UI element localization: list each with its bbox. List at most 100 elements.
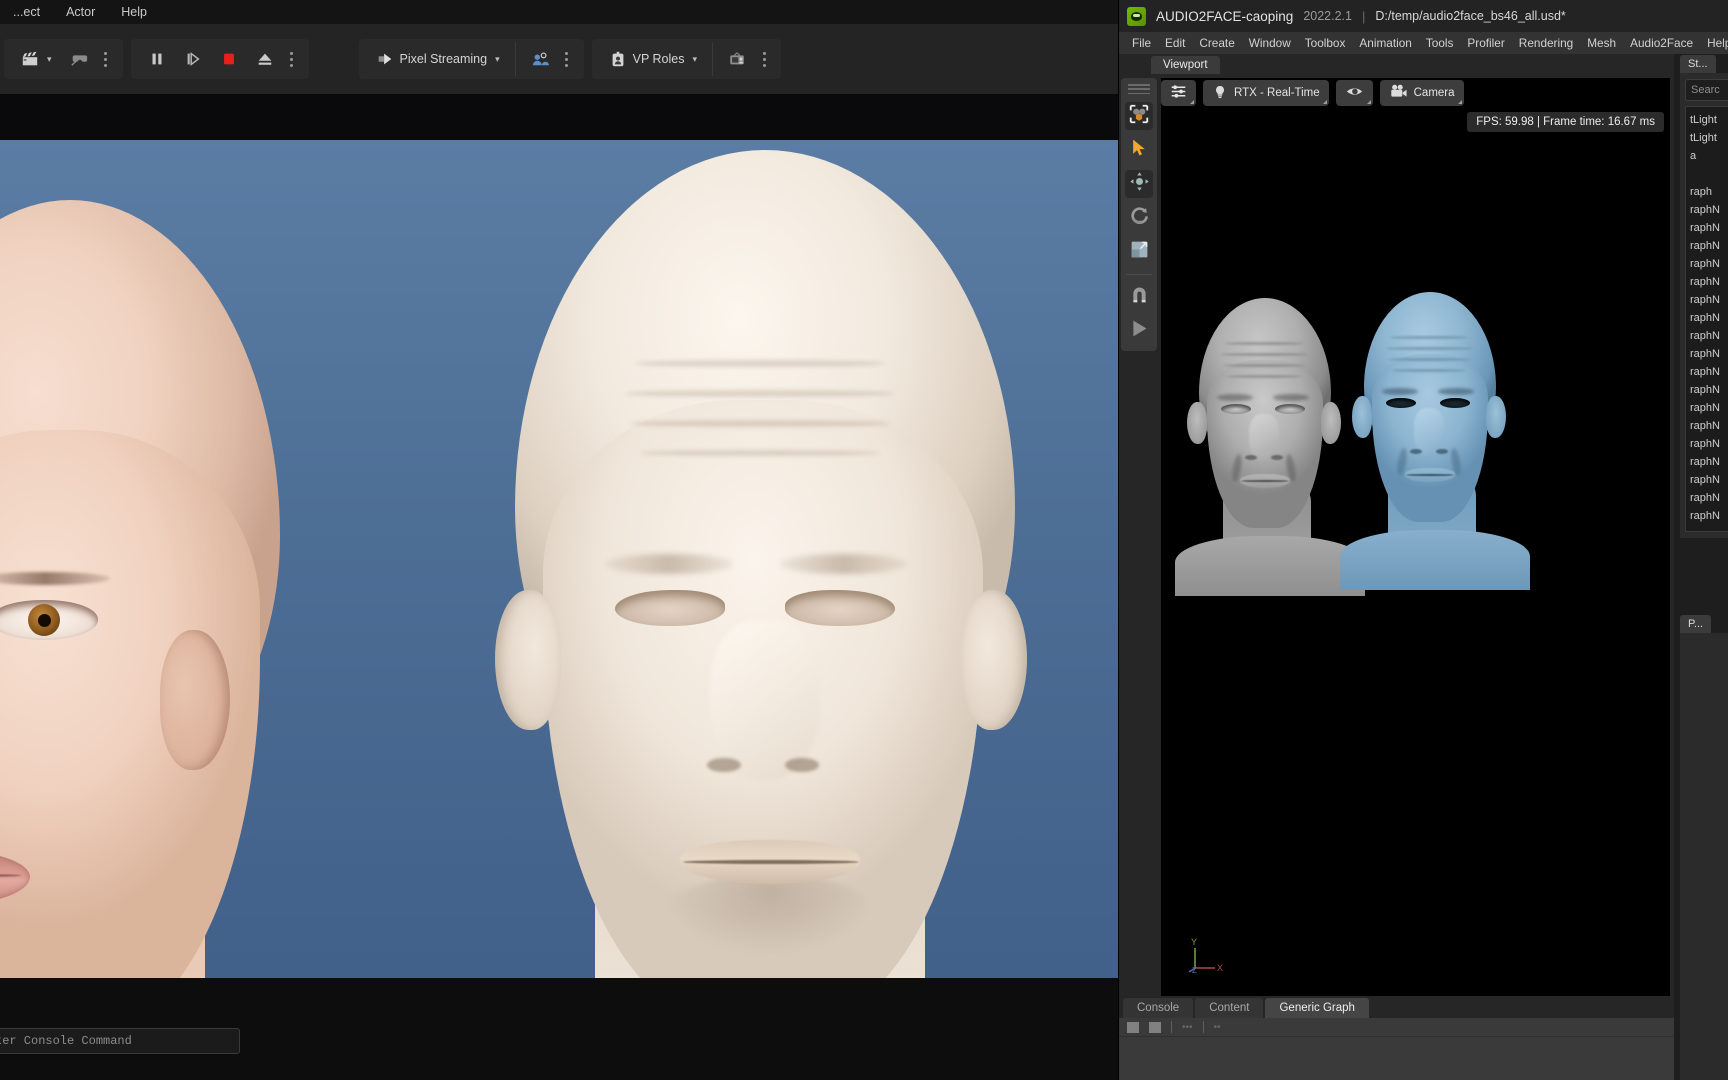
menu-tools[interactable]: Tools xyxy=(1419,32,1461,54)
stage-tree-item[interactable]: raphN xyxy=(1688,417,1728,435)
vr-mode-button[interactable] xyxy=(61,42,97,76)
stage-tree[interactable]: tLight tLight a raph raphN raphN raphN r… xyxy=(1685,106,1728,532)
tab-content[interactable]: Content xyxy=(1195,998,1264,1018)
menu-audio2face[interactable]: Audio2Face xyxy=(1623,32,1700,54)
tab-stage[interactable]: St... xyxy=(1680,55,1716,73)
playback-kebab-icon[interactable] xyxy=(283,51,301,67)
menu-mesh[interactable]: Mesh xyxy=(1580,32,1623,54)
stage-tree-item[interactable]: raphN xyxy=(1688,435,1728,453)
eject-button[interactable] xyxy=(247,42,283,76)
unreal-level-viewport[interactable] xyxy=(0,94,1120,978)
pixel-streaming-button[interactable]: Pixel Streaming ▾ xyxy=(367,42,509,76)
ue-menu-help[interactable]: Help xyxy=(108,0,160,24)
tab-generic-graph[interactable]: Generic Graph xyxy=(1265,998,1369,1018)
unreal-3d-scene[interactable] xyxy=(0,140,1120,978)
tab-viewport[interactable]: Viewport xyxy=(1151,56,1220,74)
vp-roles-button[interactable]: VP Roles ▾ xyxy=(600,42,706,76)
pause-button[interactable] xyxy=(139,42,175,76)
stage-tree-item[interactable]: tLight xyxy=(1688,129,1728,147)
stage-tree-item[interactable]: raphN xyxy=(1688,399,1728,417)
menu-help[interactable]: Help xyxy=(1700,32,1728,54)
stage-tree-item[interactable]: raphN xyxy=(1688,381,1728,399)
stage-tree-item[interactable]: raphN xyxy=(1688,309,1728,327)
tab-property[interactable]: P... xyxy=(1680,615,1712,633)
render-mode-button[interactable]: RTX - Real-Time xyxy=(1203,80,1329,106)
stage-tree-item[interactable]: raphN xyxy=(1688,237,1728,255)
property-panel-body[interactable] xyxy=(1680,633,1728,1080)
stage-tree-item[interactable]: a xyxy=(1688,147,1728,165)
visibility-button[interactable] xyxy=(1335,80,1373,106)
cinematics-kebab-icon[interactable] xyxy=(97,51,115,67)
female-head-mesh xyxy=(0,200,360,978)
viewport-settings-button[interactable] xyxy=(1161,80,1196,106)
stage-tree-item[interactable]: raphN xyxy=(1688,273,1728,291)
rotate-tool[interactable] xyxy=(1125,204,1153,232)
toolbar-grip-icon[interactable] xyxy=(1128,84,1150,94)
graph-layout-icon[interactable] xyxy=(1149,1021,1161,1033)
stage-tree-item[interactable]: raphN xyxy=(1688,255,1728,273)
stop-record-button[interactable] xyxy=(211,42,247,76)
svg-text:X: X xyxy=(1217,963,1223,973)
unreal-menu-bar: ...ect Actor Help xyxy=(0,0,1120,24)
graph-import-icon[interactable] xyxy=(1127,1021,1139,1033)
scale-tool[interactable] xyxy=(1125,238,1153,266)
vp-roles-label: VP Roles xyxy=(632,52,685,66)
svg-text:Z: Z xyxy=(1192,966,1197,974)
stage-search-input[interactable]: Searc xyxy=(1685,79,1728,101)
arrow-cursor-icon xyxy=(1129,138,1149,163)
open-file-path: D:/temp/audio2face_bs46_all.usd* xyxy=(1375,9,1566,23)
multi-user-kebab-icon[interactable] xyxy=(558,51,576,67)
stage-tree-item[interactable]: raphN xyxy=(1688,291,1728,309)
console-command-input[interactable]: ter Console Command xyxy=(0,1028,240,1054)
ue-menu-actor[interactable]: Actor xyxy=(53,0,108,24)
stage-tree-item[interactable]: raphN xyxy=(1688,489,1728,507)
cinematics-button[interactable]: ▾ xyxy=(12,42,61,76)
divider xyxy=(1202,1021,1204,1033)
stage-tree-item[interactable]: raphN xyxy=(1688,453,1728,471)
play-tool[interactable] xyxy=(1125,317,1153,345)
menu-create[interactable]: Create xyxy=(1192,32,1241,54)
graph-toolbar-label-1: ••• xyxy=(1182,1021,1193,1033)
menu-file[interactable]: File xyxy=(1125,32,1158,54)
stage-tree-item[interactable]: raphN xyxy=(1688,327,1728,345)
axis-gizmo: Y X Z xyxy=(1183,934,1229,975)
menu-profiler[interactable]: Profiler xyxy=(1460,32,1511,54)
generic-graph-panel[interactable]: ••• •• xyxy=(1119,1018,1674,1080)
pointer-tool[interactable] xyxy=(1125,136,1153,164)
move-tool[interactable] xyxy=(1125,170,1153,198)
stage-tree-item[interactable]: raphN xyxy=(1688,201,1728,219)
camera-button[interactable]: Camera xyxy=(1379,80,1464,106)
snap-tool[interactable] xyxy=(1125,283,1153,311)
audio2face-3d-viewport[interactable]: Y X Z xyxy=(1161,78,1670,996)
stage-tree-item[interactable]: raphN xyxy=(1688,363,1728,381)
audio2face-title-bar: AUDIO2FACE-caoping 2022.2.1 | D:/temp/au… xyxy=(1119,0,1728,32)
tab-console[interactable]: Console xyxy=(1123,998,1194,1018)
remote-kebab-icon[interactable] xyxy=(755,51,773,67)
stage-tree-item[interactable]: raphN xyxy=(1688,345,1728,363)
sliders-icon xyxy=(1170,83,1187,103)
ue-menu-select[interactable]: ...ect xyxy=(0,0,53,24)
stage-tree-item[interactable]: raph xyxy=(1688,183,1728,201)
stage-tree-item[interactable] xyxy=(1688,165,1728,183)
step-forward-button[interactable] xyxy=(175,42,211,76)
menu-window[interactable]: Window xyxy=(1242,32,1298,54)
stage-tree-item[interactable]: raphN xyxy=(1688,471,1728,489)
stage-tree-item[interactable]: tLight xyxy=(1688,111,1728,129)
menu-animation[interactable]: Animation xyxy=(1352,32,1418,54)
scale-gizmo-icon xyxy=(1129,239,1150,265)
omniverse-app-icon xyxy=(1127,6,1146,26)
menu-edit[interactable]: Edit xyxy=(1158,32,1192,54)
graph-canvas[interactable] xyxy=(1119,1036,1674,1080)
selection-mode-tool[interactable] xyxy=(1125,102,1153,130)
screen-root: ...ect Actor Help ▾ Pixel Streaming ▾ VP… xyxy=(0,0,1728,1080)
multi-user-button[interactable] xyxy=(522,42,558,76)
stage-tree-item[interactable]: raphN xyxy=(1688,507,1728,525)
title-separator: | xyxy=(1361,8,1366,24)
stage-tree-item[interactable]: raphN xyxy=(1688,219,1728,237)
menu-toolbox[interactable]: Toolbox xyxy=(1298,32,1353,54)
menu-rendering[interactable]: Rendering xyxy=(1512,32,1580,54)
magnet-snap-icon xyxy=(1129,284,1150,310)
remote-session-button[interactable] xyxy=(719,42,755,76)
play-icon xyxy=(1129,318,1150,344)
viewport-tool-strip xyxy=(1121,78,1157,351)
